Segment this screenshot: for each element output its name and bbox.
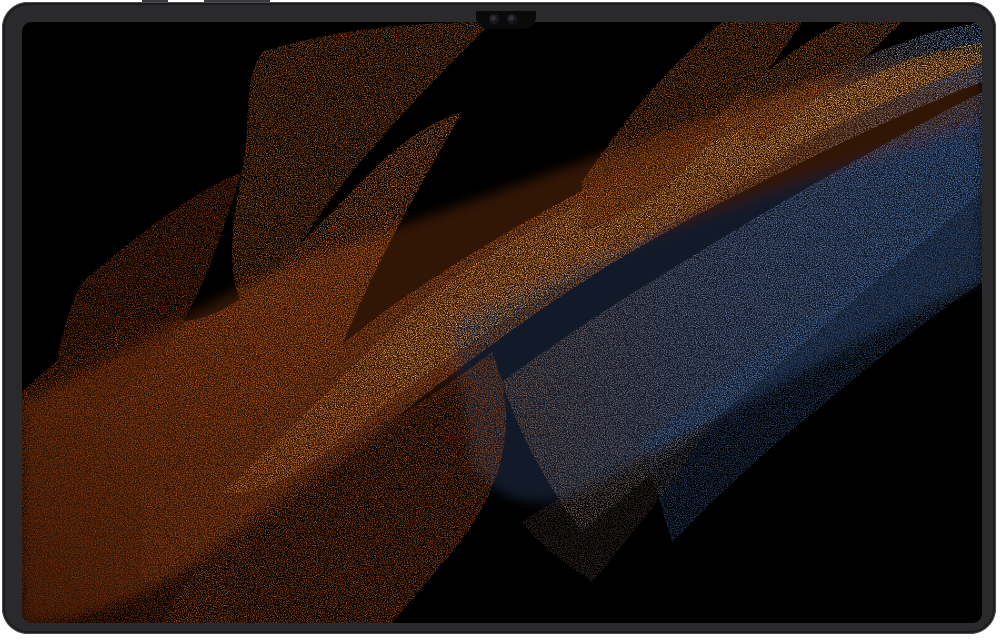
- tablet-screen[interactable]: [22, 22, 982, 623]
- front-camera-icon: [490, 15, 498, 23]
- front-camera-icon: [508, 15, 516, 23]
- tablet-frame: [2, 2, 996, 634]
- camera-notch: [476, 11, 536, 29]
- wallpaper-image: [22, 22, 982, 623]
